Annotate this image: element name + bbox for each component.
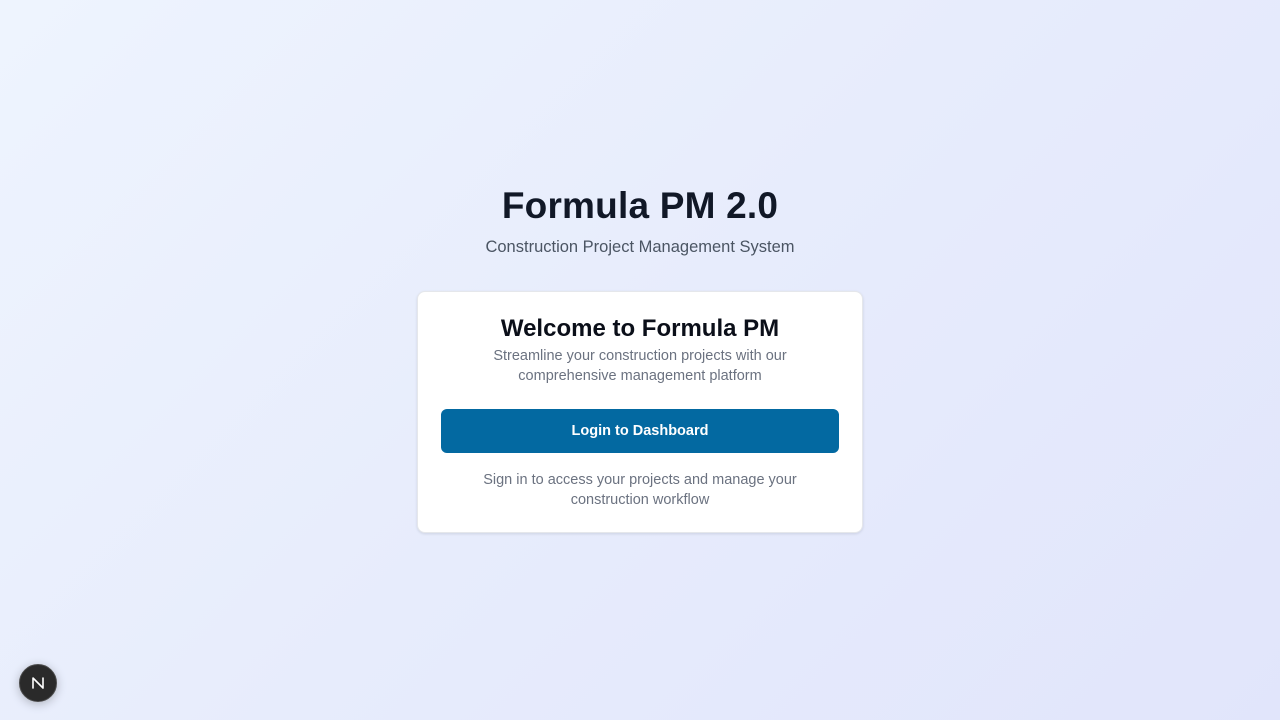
nextjs-dev-tools-button[interactable]: [19, 664, 57, 702]
login-to-dashboard-button[interactable]: Login to Dashboard: [441, 409, 839, 453]
welcome-card-footer-text: Sign in to access your projects and mana…: [483, 472, 797, 508]
app-subtitle: Construction Project Management System: [485, 238, 795, 256]
welcome-card: Welcome to Formula PM Streamline your co…: [417, 291, 863, 533]
app-title: Formula PM 2.0: [501, 185, 779, 226]
nextjs-n-icon: [32, 677, 44, 689]
welcome-card-title: Welcome to Formula PM: [500, 315, 780, 342]
welcome-card-description: Streamline your construction projects wi…: [493, 348, 787, 384]
